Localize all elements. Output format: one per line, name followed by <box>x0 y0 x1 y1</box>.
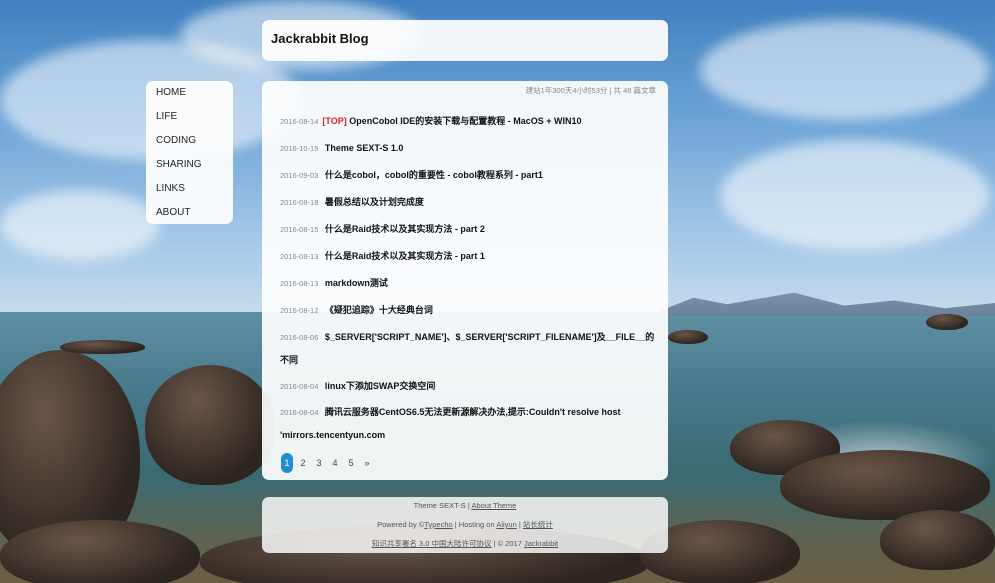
page-1-button[interactable]: 1 <box>281 453 293 473</box>
nav-item-sharing[interactable]: SHARING <box>156 159 202 170</box>
post-date: 2016-08-15 <box>280 225 319 234</box>
page-3-button[interactable]: 3 <box>313 453 325 473</box>
page-4-button[interactable]: 4 <box>329 453 341 473</box>
about-theme-link[interactable]: About Theme <box>471 501 516 510</box>
post-title-link[interactable]: linux下添加SWAP交换空间 <box>325 381 436 391</box>
site-stats: 建站1年300天4小时53分 | 共 48 篇文章 <box>525 86 656 95</box>
typecho-link[interactable]: Typecho <box>424 520 452 529</box>
post-item: 2016-09-03 什么是cobol，cobol的重要性 - cobol教程系… <box>280 164 660 187</box>
nav-item-life[interactable]: LIFE <box>156 111 177 122</box>
post-item: 2016-10-15 Theme SEXT-S 1.0 <box>280 137 660 160</box>
post-title-link[interactable]: 腾讯云服务器CentOS6.5无法更新源解决办法,提示:Couldn't res… <box>280 407 621 440</box>
theme-name: Theme SEXT-S <box>413 501 466 510</box>
post-date: 2016-08-14 <box>280 117 319 126</box>
nav-item-home[interactable]: HOME <box>156 87 186 98</box>
rock <box>780 450 990 520</box>
post-title-link[interactable]: $_SERVER['SCRIPT_NAME']、$_SERVER['SCRIPT… <box>280 332 654 365</box>
post-item: 2016-08-12 《疑犯追踪》十大经典台词 <box>280 299 660 322</box>
cloud <box>700 20 990 120</box>
footer-panel: Theme SEXT-S | About Theme Powered by ©T… <box>262 497 668 553</box>
license-link[interactable]: 知识共享署名 3.0 中国大陆许可协议 <box>372 539 492 548</box>
cloud <box>0 190 160 260</box>
page-2-button[interactable]: 2 <box>297 453 309 473</box>
post-title-link[interactable]: 《疑犯追踪》十大经典台词 <box>325 305 433 315</box>
copyright-text: | © 2017 <box>491 539 524 548</box>
post-title-link[interactable]: 暑假总结以及计划完成度 <box>325 197 424 207</box>
post-list-panel: 建站1年300天4小时53分 | 共 48 篇文章 2016-08-14 [TOP… <box>262 81 668 480</box>
post-item: 2016-08-14 [TOP] OpenCobol IDE的安装下载与配置教程 … <box>280 110 660 133</box>
site-title[interactable]: Jackrabbit Blog <box>271 31 369 46</box>
post-date: 2016-08-13 <box>280 252 319 261</box>
post-title-link[interactable]: 什么是cobol，cobol的重要性 - cobol教程系列 - part1 <box>325 170 543 180</box>
header-panel: Jackrabbit Blog <box>262 20 668 61</box>
author-link[interactable]: Jackrabbit <box>524 539 558 548</box>
post-item: 2016-08-18 暑假总结以及计划完成度 <box>280 191 660 214</box>
site-stats-link[interactable]: 站长统计 <box>523 520 553 529</box>
post-date: 2016-08-13 <box>280 279 319 288</box>
cloud <box>720 140 990 250</box>
next-page-button[interactable]: » <box>361 453 373 473</box>
post-date: 2016-09-03 <box>280 171 319 180</box>
post-date: 2016-08-04 <box>280 382 319 391</box>
rock <box>145 365 275 485</box>
footer-license-line: 知识共享署名 3.0 中国大陆许可协议 | © 2017 Jackrabbit <box>262 538 668 549</box>
post-item: 2016-08-15 什么是Raid技术以及其实现方法 - part 2 <box>280 218 660 241</box>
post-item: 2016-08-04 linux下添加SWAP交换空间 <box>280 375 660 398</box>
nav-item-coding[interactable]: CODING <box>156 135 196 146</box>
rock <box>668 330 708 344</box>
nav-item-about[interactable]: ABOUT <box>156 207 190 218</box>
pagination: 1 2 3 4 5» <box>281 453 377 473</box>
page-5-button[interactable]: 5 <box>345 453 357 473</box>
top-badge: [TOP] <box>322 116 347 126</box>
post-title-link[interactable]: OpenCobol IDE的安装下载与配置教程 - MacOS + WIN10 <box>349 116 581 126</box>
footer-theme-line: Theme SEXT-S | About Theme <box>262 501 668 510</box>
post-title-link[interactable]: Theme SEXT-S 1.0 <box>325 143 404 153</box>
post-item: 2016-08-04 腾讯云服务器CentOS6.5无法更新源解决办法,提示:C… <box>280 401 660 447</box>
aliyun-link[interactable]: Aliyun <box>496 520 516 529</box>
rock <box>60 340 145 354</box>
nav-menu: HOME LIFE CODING SHARING LINKS ABOUT <box>146 81 233 224</box>
post-title-link[interactable]: 什么是Raid技术以及其实现方法 - part 1 <box>325 251 485 261</box>
nav-item-links[interactable]: LINKS <box>156 183 185 194</box>
post-title-link[interactable]: 什么是Raid技术以及其实现方法 - part 2 <box>325 224 485 234</box>
footer-powered-line: Powered by ©Typecho | Hosting on Aliyun … <box>262 519 668 530</box>
rock <box>0 520 200 583</box>
post-date: 2016-08-18 <box>280 198 319 207</box>
post-date: 2016-10-15 <box>280 144 319 153</box>
post-date: 2016-08-12 <box>280 306 319 315</box>
hosting-text: | Hosting on <box>452 520 497 529</box>
rock <box>926 314 968 330</box>
post-date: 2016-08-04 <box>280 408 319 417</box>
post-item: 2016-08-13 markdown测试 <box>280 272 660 295</box>
post-item: 2016-08-13 什么是Raid技术以及其实现方法 - part 1 <box>280 245 660 268</box>
post-title-link[interactable]: markdown测试 <box>325 278 388 288</box>
powered-by-text: Powered by © <box>377 520 425 529</box>
post-date: 2016-08-06 <box>280 333 319 342</box>
post-item: 2016-08-06 $_SERVER['SCRIPT_NAME']、$_SER… <box>280 326 660 372</box>
rock <box>880 510 995 570</box>
